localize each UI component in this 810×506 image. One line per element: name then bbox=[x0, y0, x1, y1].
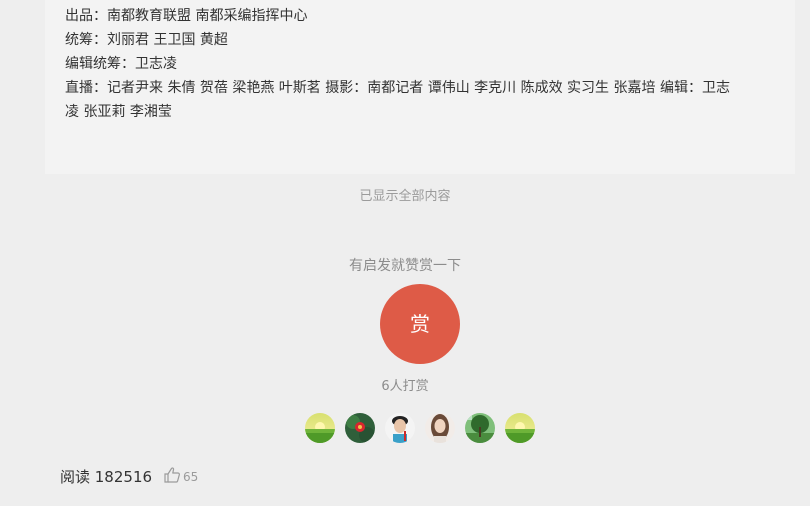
like-count: 65 bbox=[183, 470, 199, 484]
avatar[interactable] bbox=[305, 413, 335, 443]
credit-live-line2: 凌 张亚莉 李湘莹 bbox=[65, 104, 172, 120]
credit-producer: 出品：南都教育联盟 南都采编指挥中心 bbox=[65, 8, 308, 24]
avatar[interactable] bbox=[385, 413, 415, 443]
article-credits: 出品：南都教育联盟 南都采编指挥中心 统筹：刘丽君 王卫国 黄超 编辑统筹：卫志… bbox=[45, 0, 795, 174]
avatar[interactable] bbox=[425, 413, 455, 443]
credit-live-line1: 直播：记者尹来 朱倩 贺蓓 梁艳燕 叶斯茗 摄影：南都记者 谭伟山 李克川 陈成… bbox=[65, 80, 730, 96]
avatar[interactable] bbox=[465, 413, 495, 443]
reward-avatars bbox=[305, 413, 545, 443]
credit-coordinators: 统筹：刘丽君 王卫国 黄超 bbox=[65, 32, 228, 48]
reward-button[interactable]: 赏 bbox=[380, 284, 460, 364]
thumbs-up-icon bbox=[164, 467, 180, 483]
reward-prompt: 有启发就赞赏一下 bbox=[349, 258, 461, 274]
reward-count[interactable]: 6人打赏 bbox=[0, 375, 810, 394]
shown-all-content-label: 已显示全部内容 bbox=[359, 189, 451, 204]
read-count: 阅读 182516 bbox=[60, 468, 153, 486]
avatar[interactable] bbox=[505, 413, 535, 443]
credit-editor-coordinator: 编辑统筹：卫志凌 bbox=[65, 56, 177, 72]
avatar[interactable] bbox=[345, 413, 375, 443]
